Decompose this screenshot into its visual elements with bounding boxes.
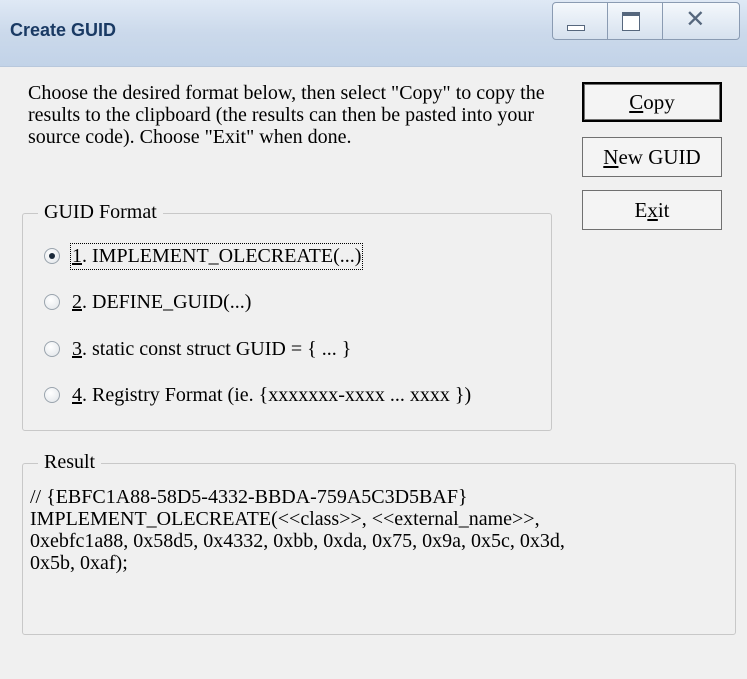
option-text: . static const struct GUID = { ... } <box>82 337 352 360</box>
copy-mnemonic: C <box>629 89 644 114</box>
result-legend: Result <box>38 451 102 473</box>
option-text: . DEFINE_GUID(...) <box>82 290 252 313</box>
option-number: 3 <box>72 337 82 360</box>
instructions-text: Choose the desired format below, then se… <box>28 82 545 148</box>
format-option-4[interactable]: 4. Registry Format (ie. {xxxxxxx-xxxx ..… <box>44 382 471 408</box>
caption-buttons: ✕ <box>552 2 740 40</box>
exit-label-rest: it <box>657 197 670 222</box>
format-option-3[interactable]: 3. static const struct GUID = { ... } <box>44 336 351 362</box>
radio-button[interactable] <box>44 341 60 357</box>
minimize-icon <box>567 25 585 31</box>
result-text: // {EBFC1A88-58D5-4332-BBDA-759A5C3D5BAF… <box>30 486 565 574</box>
copy-button[interactable]: Copy <box>582 82 722 122</box>
create-guid-dialog: Create GUID ✕ Choose the desired format … <box>0 0 747 679</box>
exit-label-pre: E <box>634 197 648 222</box>
new-guid-button[interactable]: New GUID <box>582 137 722 177</box>
option-number: 1 <box>72 244 82 267</box>
copy-label: opy <box>643 89 675 114</box>
minimize-button[interactable] <box>553 3 609 39</box>
maximize-button[interactable] <box>608 3 664 39</box>
new-guid-label: ew GUID <box>618 144 701 169</box>
title-bar[interactable]: Create GUID ✕ <box>0 0 747 67</box>
format-option-2[interactable]: 2. DEFINE_GUID(...) <box>44 289 251 315</box>
close-button[interactable]: ✕ <box>663 3 739 39</box>
maximize-icon <box>622 12 641 31</box>
option-text: . Registry Format (ie. {xxxxxxx-xxxx ...… <box>82 383 472 406</box>
format-option-label: 2. DEFINE_GUID(...) <box>72 291 251 314</box>
new-guid-mnemonic: N <box>603 144 619 169</box>
format-option-label: 3. static const struct GUID = { ... } <box>72 338 351 361</box>
option-number: 2 <box>72 290 82 313</box>
close-icon: ✕ <box>685 5 706 33</box>
exit-button[interactable]: Exit <box>582 190 722 230</box>
option-number: 4 <box>72 383 82 406</box>
radio-button-checked[interactable] <box>44 248 60 264</box>
radio-button[interactable] <box>44 294 60 310</box>
format-option-label: 4. Registry Format (ie. {xxxxxxx-xxxx ..… <box>72 384 471 407</box>
format-option-1[interactable]: 1. IMPLEMENT_OLECREATE(...) <box>44 242 364 270</box>
guid-format-legend: GUID Format <box>38 201 163 223</box>
format-option-label: 1. IMPLEMENT_OLECREATE(...) <box>69 242 364 270</box>
window-title: Create GUID <box>10 20 117 40</box>
radio-button[interactable] <box>44 387 60 403</box>
option-text: . IMPLEMENT_OLECREATE(...) <box>82 244 362 267</box>
exit-mnemonic: x <box>647 197 658 222</box>
